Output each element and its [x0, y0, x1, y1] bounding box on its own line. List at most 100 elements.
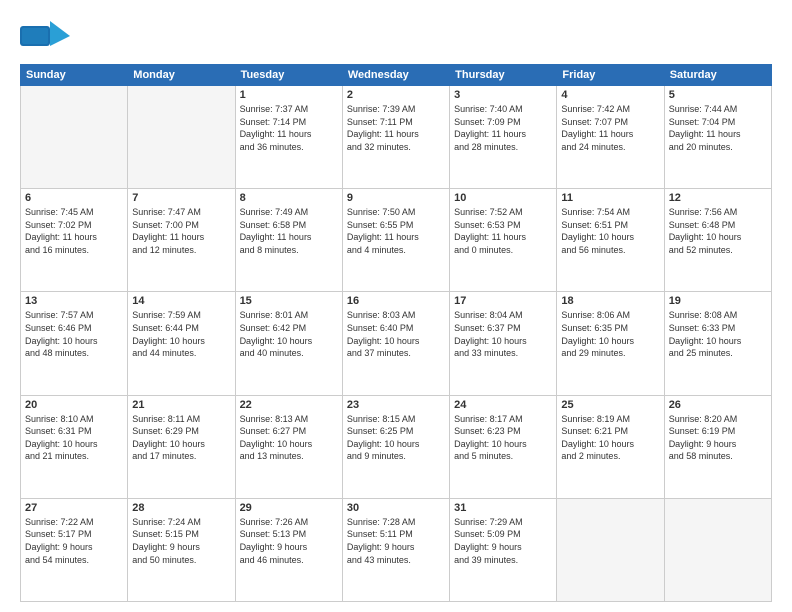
day-number: 15 — [240, 295, 338, 307]
day-info: Sunrise: 8:04 AM Sunset: 6:37 PM Dayligh… — [454, 309, 552, 359]
day-info: Sunrise: 8:08 AM Sunset: 6:33 PM Dayligh… — [669, 309, 767, 359]
calendar-cell: 17 Sunrise: 8:04 AM Sunset: 6:37 PM Dayli… — [450, 292, 557, 395]
day-info: Sunrise: 8:11 AM Sunset: 6:29 PM Dayligh… — [132, 413, 230, 463]
day-info: Sunrise: 7:24 AM Sunset: 5:15 PM Dayligh… — [132, 516, 230, 566]
day-number: 30 — [347, 502, 445, 514]
day-number: 8 — [240, 192, 338, 204]
calendar-day-header: Saturday — [664, 65, 771, 86]
calendar-cell: 21 Sunrise: 8:11 AM Sunset: 6:29 PM Dayli… — [128, 395, 235, 498]
calendar-week-row: 1 Sunrise: 7:37 AM Sunset: 7:14 PM Daylig… — [21, 86, 772, 189]
calendar-cell: 12 Sunrise: 7:56 AM Sunset: 6:48 PM Dayli… — [664, 189, 771, 292]
calendar-cell: 24 Sunrise: 8:17 AM Sunset: 6:23 PM Dayli… — [450, 395, 557, 498]
day-number: 13 — [25, 295, 123, 307]
calendar-header-row: SundayMondayTuesdayWednesdayThursdayFrid… — [21, 65, 772, 86]
calendar-table: SundayMondayTuesdayWednesdayThursdayFrid… — [20, 64, 772, 602]
calendar-cell: 7 Sunrise: 7:47 AM Sunset: 7:00 PM Daylig… — [128, 189, 235, 292]
day-number: 24 — [454, 399, 552, 411]
day-info: Sunrise: 8:17 AM Sunset: 6:23 PM Dayligh… — [454, 413, 552, 463]
day-number: 12 — [669, 192, 767, 204]
calendar-cell: 19 Sunrise: 8:08 AM Sunset: 6:33 PM Dayli… — [664, 292, 771, 395]
day-info: Sunrise: 7:54 AM Sunset: 6:51 PM Dayligh… — [561, 206, 659, 256]
day-number: 2 — [347, 89, 445, 101]
calendar-cell: 9 Sunrise: 7:50 AM Sunset: 6:55 PM Daylig… — [342, 189, 449, 292]
calendar-cell: 29Sunrise: 7:26 AM Sunset: 5:13 PM Dayli… — [235, 498, 342, 601]
day-info: Sunrise: 8:03 AM Sunset: 6:40 PM Dayligh… — [347, 309, 445, 359]
day-info: Sunrise: 7:42 AM Sunset: 7:07 PM Dayligh… — [561, 103, 659, 153]
calendar-cell: 13 Sunrise: 7:57 AM Sunset: 6:46 PM Dayli… — [21, 292, 128, 395]
day-number: 22 — [240, 399, 338, 411]
day-number: 17 — [454, 295, 552, 307]
day-number: 11 — [561, 192, 659, 204]
calendar-cell: 3Sunrise: 7:40 AM Sunset: 7:09 PM Daylig… — [450, 86, 557, 189]
calendar-week-row: 6 Sunrise: 7:45 AM Sunset: 7:02 PM Daylig… — [21, 189, 772, 292]
calendar-cell: 22Sunrise: 8:13 AM Sunset: 6:27 PM Dayli… — [235, 395, 342, 498]
day-info: Sunrise: 7:56 AM Sunset: 6:48 PM Dayligh… — [669, 206, 767, 256]
day-number: 25 — [561, 399, 659, 411]
day-info: Sunrise: 7:59 AM Sunset: 6:44 PM Dayligh… — [132, 309, 230, 359]
calendar-cell: 27 Sunrise: 7:22 AM Sunset: 5:17 PM Dayli… — [21, 498, 128, 601]
day-info: Sunrise: 8:01 AM Sunset: 6:42 PM Dayligh… — [240, 309, 338, 359]
calendar-cell: 2 Sunrise: 7:39 AM Sunset: 7:11 PM Daylig… — [342, 86, 449, 189]
day-number: 21 — [132, 399, 230, 411]
day-info: Sunrise: 7:40 AM Sunset: 7:09 PM Dayligh… — [454, 103, 552, 153]
calendar-cell: 6 Sunrise: 7:45 AM Sunset: 7:02 PM Daylig… — [21, 189, 128, 292]
day-info: Sunrise: 8:15 AM Sunset: 6:25 PM Dayligh… — [347, 413, 445, 463]
day-number: 10 — [454, 192, 552, 204]
day-info: Sunrise: 7:50 AM Sunset: 6:55 PM Dayligh… — [347, 206, 445, 256]
day-number: 28 — [132, 502, 230, 514]
day-info: Sunrise: 8:20 AM Sunset: 6:19 PM Dayligh… — [669, 413, 767, 463]
header — [20, 16, 772, 56]
day-info: Sunrise: 7:57 AM Sunset: 6:46 PM Dayligh… — [25, 309, 123, 359]
day-info: Sunrise: 8:10 AM Sunset: 6:31 PM Dayligh… — [25, 413, 123, 463]
calendar-cell: 30 Sunrise: 7:28 AM Sunset: 5:11 PM Dayli… — [342, 498, 449, 601]
day-number: 20 — [25, 399, 123, 411]
calendar-cell: 25 Sunrise: 8:19 AM Sunset: 6:21 PM Dayli… — [557, 395, 664, 498]
day-info: Sunrise: 7:49 AM Sunset: 6:58 PM Dayligh… — [240, 206, 338, 256]
calendar-cell: 15 Sunrise: 8:01 AM Sunset: 6:42 PM Dayli… — [235, 292, 342, 395]
calendar-week-row: 20 Sunrise: 8:10 AM Sunset: 6:31 PM Dayli… — [21, 395, 772, 498]
calendar-day-header: Sunday — [21, 65, 128, 86]
day-info: Sunrise: 8:19 AM Sunset: 6:21 PM Dayligh… — [561, 413, 659, 463]
calendar-cell: 18 Sunrise: 8:06 AM Sunset: 6:35 PM Dayli… — [557, 292, 664, 395]
day-info: Sunrise: 7:37 AM Sunset: 7:14 PM Dayligh… — [240, 103, 338, 153]
calendar-day-header: Tuesday — [235, 65, 342, 86]
day-info: Sunrise: 7:44 AM Sunset: 7:04 PM Dayligh… — [669, 103, 767, 153]
calendar-cell: 1 Sunrise: 7:37 AM Sunset: 7:14 PM Daylig… — [235, 86, 342, 189]
calendar-cell — [557, 498, 664, 601]
calendar-cell: 31Sunrise: 7:29 AM Sunset: 5:09 PM Dayli… — [450, 498, 557, 601]
calendar-cell: 10Sunrise: 7:52 AM Sunset: 6:53 PM Dayli… — [450, 189, 557, 292]
day-number: 7 — [132, 192, 230, 204]
calendar-cell — [664, 498, 771, 601]
day-number: 9 — [347, 192, 445, 204]
day-number: 19 — [669, 295, 767, 307]
calendar-day-header: Wednesday — [342, 65, 449, 86]
day-number: 18 — [561, 295, 659, 307]
calendar-cell: 16Sunrise: 8:03 AM Sunset: 6:40 PM Dayli… — [342, 292, 449, 395]
day-number: 27 — [25, 502, 123, 514]
day-info: Sunrise: 7:39 AM Sunset: 7:11 PM Dayligh… — [347, 103, 445, 153]
calendar-cell: 11 Sunrise: 7:54 AM Sunset: 6:51 PM Dayli… — [557, 189, 664, 292]
day-info: Sunrise: 7:47 AM Sunset: 7:00 PM Dayligh… — [132, 206, 230, 256]
calendar-cell: 28 Sunrise: 7:24 AM Sunset: 5:15 PM Dayli… — [128, 498, 235, 601]
day-info: Sunrise: 7:22 AM Sunset: 5:17 PM Dayligh… — [25, 516, 123, 566]
day-info: Sunrise: 7:28 AM Sunset: 5:11 PM Dayligh… — [347, 516, 445, 566]
calendar-day-header: Thursday — [450, 65, 557, 86]
page: SundayMondayTuesdayWednesdayThursdayFrid… — [0, 0, 792, 612]
calendar-cell: 20 Sunrise: 8:10 AM Sunset: 6:31 PM Dayli… — [21, 395, 128, 498]
day-info: Sunrise: 7:29 AM Sunset: 5:09 PM Dayligh… — [454, 516, 552, 566]
calendar-day-header: Friday — [557, 65, 664, 86]
logo — [20, 16, 74, 56]
day-info: Sunrise: 7:26 AM Sunset: 5:13 PM Dayligh… — [240, 516, 338, 566]
day-number: 5 — [669, 89, 767, 101]
calendar-cell: 23Sunrise: 8:15 AM Sunset: 6:25 PM Dayli… — [342, 395, 449, 498]
logo-icon — [20, 16, 70, 56]
calendar-cell — [21, 86, 128, 189]
calendar-day-header: Monday — [128, 65, 235, 86]
day-number: 1 — [240, 89, 338, 101]
calendar-week-row: 13 Sunrise: 7:57 AM Sunset: 6:46 PM Dayli… — [21, 292, 772, 395]
day-info: Sunrise: 7:45 AM Sunset: 7:02 PM Dayligh… — [25, 206, 123, 256]
calendar-cell: 5 Sunrise: 7:44 AM Sunset: 7:04 PM Daylig… — [664, 86, 771, 189]
day-info: Sunrise: 8:06 AM Sunset: 6:35 PM Dayligh… — [561, 309, 659, 359]
day-number: 6 — [25, 192, 123, 204]
calendar-cell: 4Sunrise: 7:42 AM Sunset: 7:07 PM Daylig… — [557, 86, 664, 189]
